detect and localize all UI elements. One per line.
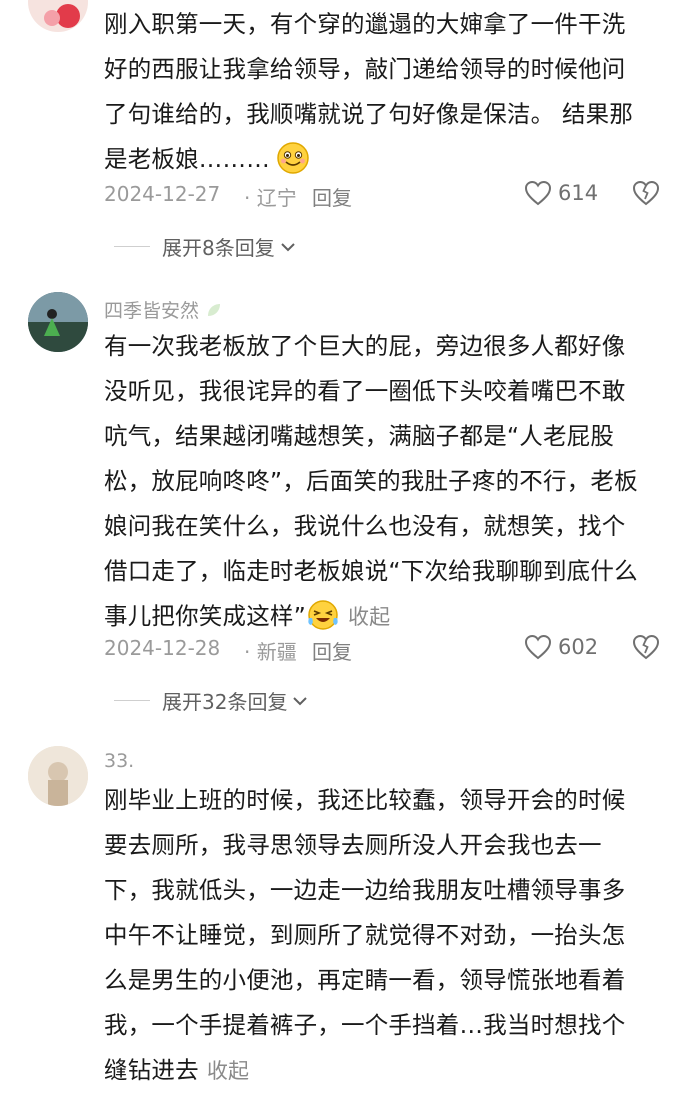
- comment-line-text: 是老板娘………: [104, 145, 270, 173]
- comment-line: 娘问我在笑什么，我说什么也没有，就想笑，找个: [104, 512, 626, 540]
- avatar-image: [44, 4, 80, 28]
- comment-line: 了句谁给的，我顺嘴就说了句好像是保洁。 结果那: [104, 100, 634, 128]
- comment-line: 吭气，结果越闭嘴越想笑，满脑子都是“人老屁股: [104, 422, 615, 450]
- broken-heart-icon: [632, 634, 660, 660]
- heart-icon: [524, 180, 552, 206]
- comment-line-text: 事儿把你笑成这样”: [104, 602, 306, 630]
- username-text: 四季皆安然: [104, 300, 200, 322]
- comment-line: 我，一个手提着裤子，一个手挡着…我当时想找个: [104, 1011, 626, 1039]
- leaf-icon: [208, 304, 221, 316]
- laugh-cry-emoji-icon: [306, 598, 340, 632]
- comment-line: 刚毕业上班的时候，我还比较蠢，领导开会的时候: [104, 786, 626, 814]
- comment-meta: 2024-12-27 · 辽宁 回复 614: [104, 178, 664, 212]
- comment-date: 2024-12-28: [104, 636, 221, 660]
- collapse-button[interactable]: 收起: [348, 605, 390, 629]
- avatar[interactable]: [28, 746, 88, 806]
- avatar[interactable]: [28, 292, 88, 352]
- comment-line: 下，我就低头，一边走一边给我朋友吐槽领导事多: [104, 876, 626, 904]
- comment-line: 要去厕所，我寻思领导去厕所没人开会我也去一: [104, 831, 602, 859]
- like-count: 602: [558, 635, 599, 659]
- comment-line: 有一次我老板放了个巨大的屁，旁边很多人都好像: [104, 332, 626, 360]
- divider-line: [114, 246, 150, 247]
- comment-line: 松，放屁响咚咚”，后面笑的我肚子疼的不行，老板: [104, 467, 638, 495]
- expand-replies-button[interactable]: 展开32条回复: [114, 686, 309, 715]
- username[interactable]: 33.: [104, 750, 134, 772]
- expand-replies-button[interactable]: 展开8条回复: [114, 232, 297, 261]
- like-button[interactable]: 602: [524, 634, 598, 660]
- comment-location: · 辽宁: [244, 186, 297, 210]
- comment-line: 好的西服让我拿给领导，敲门递给领导的时候他问: [104, 55, 626, 83]
- collapse-button[interactable]: 收起: [207, 1059, 249, 1083]
- avatar[interactable]: [28, 0, 88, 32]
- chevron-down-icon: [293, 696, 308, 705]
- comment-line: 刚入职第一天，有个穿的邋遢的大婶拿了一件干洗: [104, 10, 626, 38]
- dislike-button[interactable]: [632, 634, 660, 665]
- comment-line: 中午不让睡觉，到厕所了就觉得不对劲，一抬头怎: [104, 921, 626, 949]
- username-text: 33.: [104, 750, 135, 772]
- comment-date: 2024-12-27: [104, 182, 221, 206]
- avatar-image: [28, 292, 88, 352]
- avatar-image: [28, 746, 88, 806]
- comment-line-last: 缝钻进去 收起: [104, 1048, 670, 1093]
- comment-line-text: 缝钻进去: [104, 1056, 199, 1084]
- dislike-button[interactable]: [632, 180, 660, 211]
- comment-body[interactable]: 刚入职第一天，有个穿的邋遢的大婶拿了一件干洗 好的西服让我拿给领导，敲门递给领导…: [104, 2, 670, 182]
- comment-body[interactable]: 刚毕业上班的时候，我还比较蠢，领导开会的时候 要去厕所，我寻思领导去厕所没人开会…: [104, 778, 670, 1093]
- grin-emoji-icon: [276, 141, 310, 175]
- reply-button[interactable]: 回复: [312, 636, 352, 665]
- username[interactable]: 四季皆安然: [104, 296, 223, 323]
- comment-line-last: 是老板娘………: [104, 137, 670, 182]
- like-button[interactable]: 614: [524, 180, 598, 206]
- expand-replies-label: 展开8条回复: [162, 236, 275, 260]
- like-count: 614: [558, 181, 599, 205]
- comment-line: 么是男生的小便池，再定睛一看，领导慌张地看着: [104, 966, 626, 994]
- chevron-down-icon: [281, 242, 295, 251]
- divider-line: [114, 700, 150, 701]
- heart-icon: [524, 634, 552, 660]
- broken-heart-icon: [632, 180, 660, 206]
- comment-body[interactable]: 有一次我老板放了个巨大的屁，旁边很多人都好像 没听见，我很诧异的看了一圈低下头咬…: [104, 324, 670, 639]
- reply-button[interactable]: 回复: [312, 182, 352, 211]
- comment-line: 没听见，我很诧异的看了一圈低下头咬着嘴巴不敢: [104, 377, 626, 405]
- comment-meta: 2024-12-28 · 新疆 回复 602: [104, 632, 664, 666]
- comment-line: 借口走了，临走时老板娘说“下次给我聊聊到底什么: [104, 557, 638, 585]
- expand-replies-label: 展开32条回复: [162, 690, 288, 714]
- comment-location: · 新疆: [244, 640, 297, 664]
